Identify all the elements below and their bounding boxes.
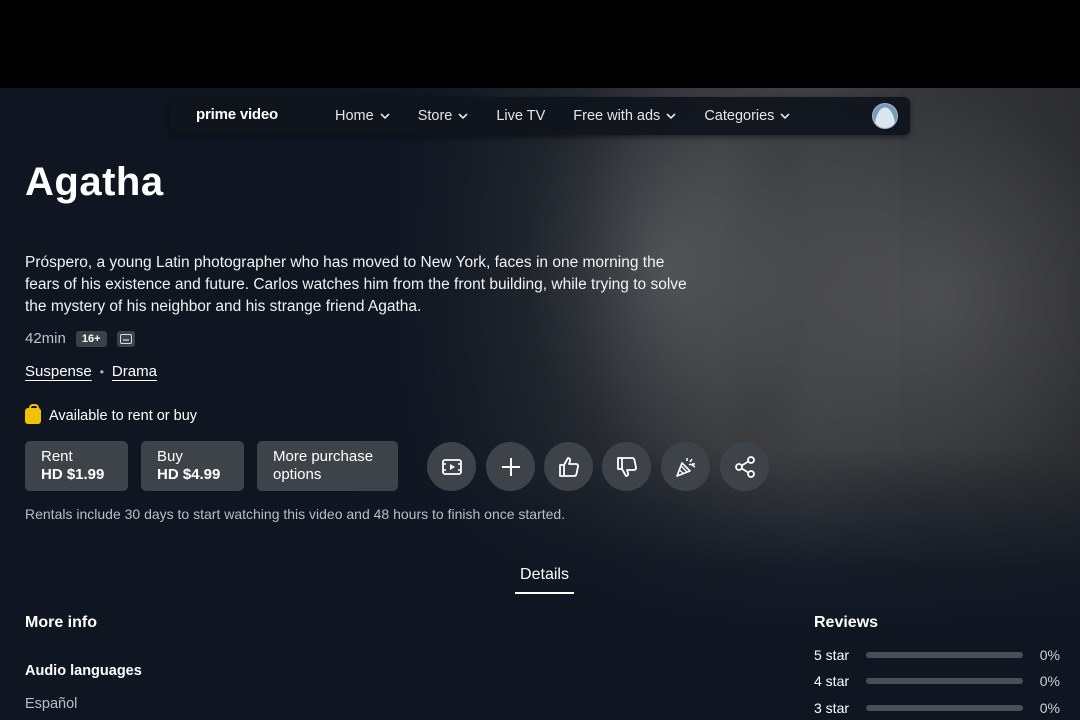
nav-item-label: Live TV (496, 108, 546, 124)
thumbs-up-icon (558, 456, 579, 477)
genre-list: Suspense • Drama (25, 363, 157, 380)
share-icon (734, 455, 755, 478)
add-to-watchlist-button[interactable] (486, 442, 535, 491)
nav-item-home[interactable]: Home (335, 108, 390, 124)
nav-item-label: Free with ads (573, 108, 661, 124)
genre-link-suspense[interactable]: Suspense (25, 363, 92, 380)
review-star-label: 5 star (814, 647, 850, 663)
review-progress-bar (866, 652, 1023, 658)
rent-button[interactable]: Rent HD $1.99 (25, 441, 128, 491)
nav-item-free-with-ads[interactable]: Free with ads (573, 108, 676, 124)
review-progress-bar (866, 678, 1023, 684)
like-button[interactable] (544, 442, 593, 491)
tab-details[interactable]: Details (515, 566, 574, 594)
subtitles-icon (116, 330, 135, 347)
user-avatar[interactable] (872, 103, 898, 129)
more-purchase-label-2: options (273, 466, 322, 483)
nav-item-label: Home (335, 108, 374, 124)
trailer-button[interactable] (427, 442, 476, 491)
review-star-label: 4 star (814, 673, 850, 689)
trailer-icon (441, 458, 462, 475)
review-progress-bar (866, 705, 1023, 711)
review-row-3-star: 3 star 0% (814, 698, 1060, 718)
nav-item-label: Categories (704, 108, 775, 124)
title-meta: 42min 16+ (25, 330, 135, 347)
nav-item-live-tv[interactable]: Live TV (496, 108, 545, 124)
audio-languages-heading: Audio languages (25, 663, 142, 679)
dislike-button[interactable] (602, 442, 651, 491)
more-purchase-options-button[interactable]: More purchase options (257, 441, 398, 491)
more-info-heading: More info (25, 614, 97, 631)
rent-label: Rent (41, 448, 73, 465)
add-watchlist-icon (501, 457, 520, 476)
duration: 42min (25, 330, 66, 347)
availability-text: Available to rent or buy (49, 408, 198, 424)
synopsis: Próspero, a young Latin photographer who… (25, 254, 687, 315)
review-row-5-star: 5 star 0% (814, 645, 1060, 665)
nav-item-label: Store (417, 108, 453, 124)
top-black-bar (0, 0, 1080, 88)
genre-separator: • (99, 364, 104, 379)
buy-price: HD $4.99 (157, 466, 221, 483)
watch-party-button[interactable] (661, 442, 710, 491)
chevron-down-icon (458, 113, 468, 120)
review-percent: 0% (1039, 673, 1060, 689)
reviews-heading: Reviews (814, 614, 879, 631)
audio-languages-value: Español (25, 696, 78, 712)
availability-notice: Available to rent or buy (25, 404, 198, 424)
maturity-rating-badge: 16+ (75, 330, 107, 347)
review-star-label: 3 star (814, 700, 850, 716)
rental-terms-note: Rentals include 30 days to start watchin… (25, 506, 566, 522)
chevron-down-icon (380, 113, 390, 120)
more-purchase-label-1: More purchase (273, 448, 374, 465)
party-icon (675, 457, 695, 477)
page-title: Agatha (25, 160, 164, 204)
shopping-bag-icon (25, 404, 41, 424)
chevron-down-icon (666, 113, 676, 120)
buy-label: Buy (157, 448, 183, 465)
share-button[interactable] (720, 442, 769, 491)
review-percent: 0% (1039, 700, 1060, 716)
genre-link-drama[interactable]: Drama (112, 363, 157, 380)
nav-menu: Home Store Live TV Free with ads Categor… (335, 97, 791, 135)
nav-item-categories[interactable]: Categories (704, 108, 791, 124)
buy-button[interactable]: Buy HD $4.99 (141, 441, 244, 491)
review-row-4-star: 4 star 0% (814, 671, 1060, 691)
top-navigation: prime video Home Store Live TV Free with… (170, 97, 910, 135)
review-percent: 0% (1039, 647, 1060, 663)
nav-item-store[interactable]: Store (418, 108, 469, 124)
chevron-down-icon (780, 113, 791, 120)
prime-video-logo[interactable]: prime video (196, 106, 278, 123)
rent-price: HD $1.99 (41, 466, 105, 483)
thumbs-down-icon (616, 456, 637, 477)
